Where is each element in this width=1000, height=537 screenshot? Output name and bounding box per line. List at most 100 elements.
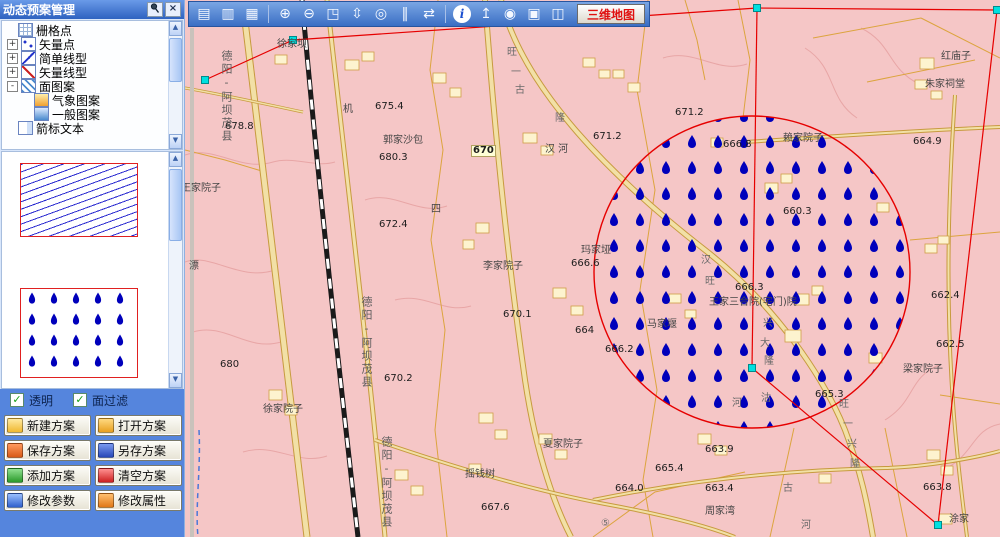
tree-item-arrow-text[interactable]: 箭标文本 <box>4 121 168 135</box>
vertex-handle[interactable] <box>994 7 1000 14</box>
open-plan-button[interactable]: 打开方案 <box>95 415 182 436</box>
saveas-plan-icon <box>98 443 114 458</box>
raster-point-icon <box>18 23 33 37</box>
pin-icon-glyph <box>150 3 160 14</box>
toolbar-separator <box>445 5 446 23</box>
map-toolbar: ▤▥▦ ⊕⊖◳⇳◎‖⇄ i↥◉▣◫ 三维地图 <box>188 1 650 27</box>
weather-pattern-icon <box>34 93 49 107</box>
checkbox-area-filter-box[interactable]: ✓ <box>73 393 87 407</box>
expand-icon[interactable]: + <box>7 39 18 50</box>
scroll-up-icon[interactable]: ▲ <box>169 21 182 36</box>
expand-icon[interactable]: + <box>7 67 18 78</box>
print-icon[interactable]: ▣ <box>523 3 545 25</box>
expand-icon[interactable]: + <box>7 53 18 64</box>
panel-actions: ✓ 透明 ✓ 面过滤 新建方案 打开方案保存方案 另存方案添加方案 清空方案修改参数 修改属性 <box>0 389 184 537</box>
new-plan-button[interactable]: 新建方案 <box>4 415 91 436</box>
modify-params-button[interactable]: 修改参数 <box>4 490 91 511</box>
vertex-handle[interactable] <box>749 365 756 372</box>
zoom-full-icon[interactable]: ◎ <box>370 3 392 25</box>
plan-buttons: 新建方案 打开方案保存方案 另存方案添加方案 清空方案修改参数 修改属性 <box>0 411 184 511</box>
button-label: 另存方案 <box>118 442 166 459</box>
pattern-scroll-track[interactable] <box>169 167 182 373</box>
export-icon[interactable]: ↥ <box>475 3 497 25</box>
zoom-window-icon[interactable]: ◳ <box>322 3 344 25</box>
vertex-handle[interactable] <box>754 5 761 12</box>
info-icon[interactable]: i <box>453 5 471 23</box>
plan-manager-panel: 动态预案管理 × 栅格点+矢量点+简单线型+矢量线型-面图案气象图案一般图案箭标… <box>0 0 185 537</box>
modify-attrs-button[interactable]: 修改属性 <box>95 490 182 511</box>
drops-swatch-art <box>21 289 135 375</box>
add-plan-button[interactable]: 添加方案 <box>4 465 91 486</box>
refresh-icon[interactable]: ⇄ <box>418 3 440 25</box>
checkbox-transparent[interactable]: ✓ 透明 <box>10 392 53 409</box>
modify-attrs-icon <box>98 493 114 508</box>
panel-title: 动态预案管理 <box>3 1 145 18</box>
map-viewport[interactable]: 徐家坝红庙子朱家祠堂旺一古隆678.8机675.4郭家沙包680.3670汉 河… <box>185 0 1000 537</box>
checkbox-transparent-box[interactable]: ✓ <box>10 393 24 407</box>
close-icon[interactable]: × <box>165 2 181 17</box>
area-pattern-icon <box>21 79 36 93</box>
tree-scroll-thumb[interactable] <box>169 38 182 82</box>
pattern-preview-container: ▲ ▼ <box>1 151 183 389</box>
button-label: 打开方案 <box>118 417 166 434</box>
tree-item-raster-point[interactable]: 栅格点 <box>4 23 168 37</box>
tree-scroll-track[interactable] <box>169 36 182 134</box>
vertex-handle[interactable] <box>202 77 209 84</box>
clear-plan-icon <box>98 468 114 483</box>
toolbar-separator <box>268 5 269 23</box>
vector-point-icon <box>21 37 36 51</box>
scroll-up-icon[interactable]: ▲ <box>169 152 182 167</box>
scroll-down-icon[interactable]: ▼ <box>169 373 182 388</box>
button-label: 修改属性 <box>118 492 166 509</box>
save-icon[interactable]: ◫ <box>547 3 569 25</box>
tree-item-vector-linetype[interactable]: +矢量线型 <box>4 65 168 79</box>
scroll-down-icon[interactable]: ▼ <box>169 134 182 149</box>
layers-grid-icon[interactable]: ▦ <box>241 3 263 25</box>
map-3d-button[interactable]: 三维地图 <box>577 4 645 24</box>
new-plan-icon <box>7 418 23 433</box>
simple-line-icon <box>21 51 36 65</box>
pattern-scroll-thumb[interactable] <box>169 169 182 241</box>
tree-item-general-pattern[interactable]: 一般图案 <box>4 107 168 121</box>
pattern-swatch-drops[interactable] <box>20 288 138 378</box>
save-plan-icon <box>7 443 23 458</box>
arrow-text-icon <box>18 121 33 135</box>
tree-item-label: 箭标文本 <box>36 120 84 137</box>
map-canvas[interactable] <box>185 0 1000 537</box>
toolbar-icons: ▤▥▦ ⊕⊖◳⇳◎‖⇄ i↥◉▣◫ <box>193 3 569 25</box>
save-plan-button[interactable]: 保存方案 <box>4 440 91 461</box>
modify-params-icon <box>7 493 23 508</box>
vertex-handle[interactable] <box>935 522 942 529</box>
saveas-plan-button[interactable]: 另存方案 <box>95 440 182 461</box>
pause-icon[interactable]: ‖ <box>394 3 416 25</box>
overview-map-icon[interactable]: ▤ <box>193 3 215 25</box>
pattern-scrollbar[interactable]: ▲ ▼ <box>168 152 182 388</box>
add-plan-icon <box>7 468 23 483</box>
vertex-handle[interactable] <box>290 37 297 44</box>
vector-line-icon <box>21 65 36 79</box>
button-label: 添加方案 <box>27 467 75 484</box>
pin-icon[interactable] <box>147 2 163 17</box>
selected-area-pattern-circle[interactable] <box>594 116 910 428</box>
zoom-out-icon[interactable]: ⊖ <box>298 3 320 25</box>
checkbox-label: 透明 <box>29 392 53 409</box>
button-label: 修改参数 <box>27 492 75 509</box>
globe-icon[interactable]: ◉ <box>499 3 521 25</box>
button-label: 保存方案 <box>27 442 75 459</box>
pattern-preview-list <box>2 152 168 388</box>
collapse-icon[interactable]: - <box>7 81 18 92</box>
filter-options: ✓ 透明 ✓ 面过滤 <box>0 389 184 411</box>
open-plan-icon <box>98 418 114 433</box>
zoom-in-icon[interactable]: ⊕ <box>274 3 296 25</box>
panel-titlebar[interactable]: 动态预案管理 × <box>0 0 184 19</box>
button-label: 清空方案 <box>118 467 166 484</box>
clear-plan-button[interactable]: 清空方案 <box>95 465 182 486</box>
pattern-tree: 栅格点+矢量点+简单线型+矢量线型-面图案气象图案一般图案箭标文本 <box>2 21 168 149</box>
pan-icon[interactable]: ⇳ <box>346 3 368 25</box>
checkbox-label: 面过滤 <box>92 392 128 409</box>
button-label: 新建方案 <box>27 417 75 434</box>
copy-map-icon[interactable]: ▥ <box>217 3 239 25</box>
checkbox-area-filter[interactable]: ✓ 面过滤 <box>73 392 128 409</box>
pattern-swatch-hatch[interactable] <box>20 163 138 237</box>
tree-scrollbar[interactable]: ▲ ▼ <box>168 21 182 149</box>
